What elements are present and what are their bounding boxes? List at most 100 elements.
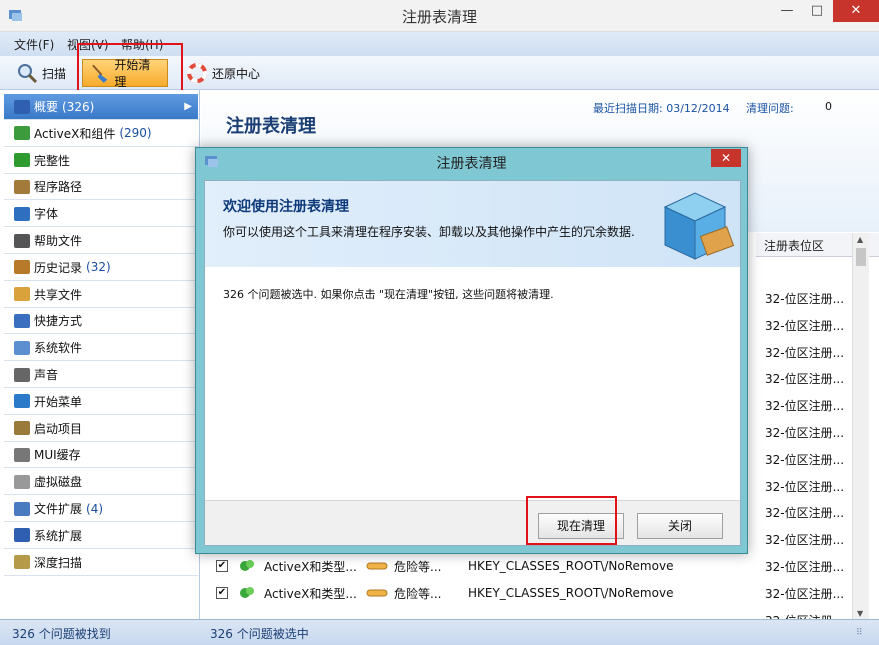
category-icon xyxy=(14,99,30,114)
category-icon xyxy=(14,287,30,302)
status-found: 326 个问题被找到 xyxy=(12,627,111,641)
category-icon xyxy=(14,394,30,409)
sidebar-item[interactable]: 虚拟磁盘 xyxy=(4,469,198,496)
category-icon xyxy=(14,153,30,168)
row-key: HKEY_CLASSES_ROOT\/NoRemove xyxy=(468,586,674,600)
resize-grip-icon[interactable]: ⠿ xyxy=(856,628,863,638)
status-selected: 326 个问题被选中 xyxy=(210,627,309,641)
restore-center-label: 还原中心 xyxy=(212,66,261,81)
sidebar-item-label: 虚拟磁盘 xyxy=(34,475,83,490)
sidebar-item-label: 历史记录 xyxy=(34,260,83,275)
dialog-heading: 欢迎使用注册表清理 xyxy=(223,199,349,215)
category-icon xyxy=(14,421,30,436)
sidebar-item-label: 概要 xyxy=(34,100,59,114)
dialog-title-bar: 注册表清理 ✕ xyxy=(196,148,747,176)
sidebar-item-label: 共享文件 xyxy=(34,287,83,302)
registry-location-cell: 32-位区注册... xyxy=(765,292,845,306)
sidebar-item[interactable]: 深度扫描 xyxy=(4,550,198,576)
registry-location-cell: 32-位区注册... xyxy=(765,586,845,601)
sidebar-item[interactable]: 开始菜单 xyxy=(4,389,198,415)
scroll-down-icon[interactable]: ▼ xyxy=(857,609,863,618)
issues-value: 0 xyxy=(825,100,832,113)
row-name: ActiveX和类型... xyxy=(264,586,357,601)
window-title: 注册表清理 xyxy=(401,8,477,26)
dialog-close-button[interactable]: ✕ xyxy=(711,149,741,167)
menu-file[interactable]: 文件(F) xyxy=(14,36,54,53)
maximize-button[interactable]: □ xyxy=(802,0,832,22)
status-bar: 326 个问题被找到 326 个问题被选中 ⠿ xyxy=(0,619,879,645)
highlight-box-clean-now xyxy=(526,496,617,545)
sidebar-item[interactable]: 文件扩展 (4) xyxy=(4,496,198,522)
sidebar-item-label: 系统扩展 xyxy=(34,528,83,543)
dialog-banner: 欢迎使用注册表清理 你可以使用这个工具来清理在程序安装、卸载以及其他操作中产生的… xyxy=(205,181,740,267)
scroll-up-icon[interactable]: ▲ xyxy=(857,235,863,244)
category-icon xyxy=(14,501,30,516)
category-icon xyxy=(14,126,30,141)
component-icon xyxy=(240,560,254,571)
sidebar-item[interactable]: 启动项目 xyxy=(4,416,198,442)
dialog-footer: 现在清理 关闭 xyxy=(205,500,740,545)
sidebar-item[interactable]: ActiveX和组件 (290) xyxy=(4,121,198,147)
sidebar-item-label: 系统软件 xyxy=(34,341,83,356)
scan-button[interactable]: 扫描 xyxy=(10,59,72,87)
lifebuoy-icon xyxy=(187,63,207,83)
vertical-scrollbar[interactable]: ▲ ▼ xyxy=(852,233,869,620)
highlight-box-start-clean xyxy=(77,43,183,96)
category-icon xyxy=(14,233,30,248)
registry-location-cell: 32-位区注册... xyxy=(765,318,845,333)
sidebar-item[interactable]: MUI缓存 xyxy=(4,442,198,469)
category-icon xyxy=(14,179,30,194)
row-name: ActiveX和类型... xyxy=(264,559,357,574)
sidebar-item[interactable]: 帮助文件 xyxy=(4,228,198,254)
row-risk: 危险等... xyxy=(394,586,442,601)
sidebar-item-count: (290) xyxy=(119,126,152,141)
row-checkbox[interactable]: ✔ xyxy=(216,560,228,572)
risk-bar-icon xyxy=(366,589,388,597)
registry-location-cell: 32-位区注册... xyxy=(765,479,845,494)
clean-dialog: 注册表清理 ✕ 欢迎使用注册表清理 你可以使用这个工具来清理在程序安装、卸载以及… xyxy=(195,147,748,554)
registry-location-cell: 32-位区注册... xyxy=(765,452,845,467)
sidebar-item[interactable]: 字体 xyxy=(4,201,198,228)
sidebar-item[interactable]: 完整性 xyxy=(4,148,198,174)
category-icon xyxy=(14,447,30,462)
table-row[interactable]: ✔ ActiveX和类型... 危险等... HKEY_CLASSES_ROOT… xyxy=(216,553,673,579)
registry-location-cell: 32-位区注册... xyxy=(765,372,845,387)
scroll-thumb[interactable] xyxy=(856,248,866,266)
title-bar: 注册表清理 — □ ✕ xyxy=(0,0,879,32)
table-row[interactable]: ✔ ActiveX和类型... 危险等... HKEY_CLASSES_ROOT… xyxy=(216,580,673,606)
sidebar-item-label: 开始菜单 xyxy=(34,394,83,409)
risk-bar-icon xyxy=(366,562,388,570)
sidebar-item[interactable]: 程序路径 xyxy=(4,174,198,201)
row-checkbox[interactable]: ✔ xyxy=(216,587,228,599)
category-icon xyxy=(14,555,30,570)
sidebar-item-label: 启动项目 xyxy=(34,421,83,436)
sidebar-item-label: 快捷方式 xyxy=(34,314,83,329)
category-icon xyxy=(14,206,30,221)
sidebar-item-label: 文件扩展 xyxy=(34,502,83,516)
registry-location-cell: 32-位区注册... xyxy=(765,533,845,548)
dialog-title: 注册表清理 xyxy=(436,156,507,172)
category-icon xyxy=(14,528,30,543)
sidebar-item[interactable]: 共享文件 xyxy=(4,282,198,308)
sidebar-item[interactable]: 系统软件 xyxy=(4,335,198,362)
sidebar-item[interactable]: 声音 xyxy=(4,362,198,388)
sidebar-item-label: MUI缓存 xyxy=(34,448,81,463)
sidebar-item[interactable]: 系统扩展 xyxy=(4,523,198,549)
dialog-close-text-button[interactable]: 关闭 xyxy=(637,513,723,539)
sidebar-item[interactable]: 历史记录 (32) xyxy=(4,255,198,281)
close-button[interactable]: ✕ xyxy=(833,0,879,22)
sidebar-item-count: (326) xyxy=(62,99,95,114)
component-icon xyxy=(240,587,254,598)
registry-location-cell: 32-位区注册... xyxy=(765,345,845,360)
sidebar-item[interactable]: 概要 (326) ▶ xyxy=(4,94,198,120)
sidebar-item-count: (4) xyxy=(86,501,104,516)
magnifier-icon xyxy=(18,64,38,84)
sidebar-item[interactable]: 快捷方式 xyxy=(4,308,198,335)
registry-cube-icon xyxy=(663,192,735,260)
sidebar: 概要 (326) ▶ ActiveX和组件 (290) 完整性 程序路径 字体 帮助文件 历史记录… xyxy=(0,90,200,620)
last-scan-date: 最近扫描日期: 03/12/2014 xyxy=(593,102,730,115)
row-risk: 危险等... xyxy=(394,559,442,574)
sidebar-item-count: (32) xyxy=(86,260,111,275)
restore-center-button[interactable]: 还原中心 xyxy=(180,59,266,87)
minimize-button[interactable]: — xyxy=(772,0,802,22)
